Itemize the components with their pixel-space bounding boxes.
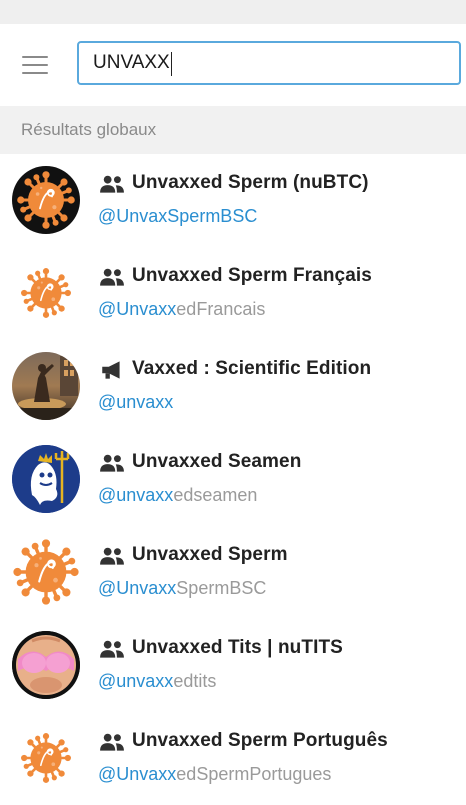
result-row[interactable]: Unvaxxed Tits | nuTITS @unvaxxedtits <box>0 619 466 712</box>
search-header <box>0 24 466 106</box>
search-input[interactable] <box>93 49 443 77</box>
result-handle: @UnvaxxedSpermPortugues <box>98 764 332 784</box>
group-icon <box>100 547 124 565</box>
avatar <box>12 259 80 327</box>
avatar <box>12 631 80 699</box>
result-handle: @UnvaxxedFrancais <box>98 299 266 319</box>
results-list: Unvaxxed Sperm (nuBTC) @UnvaxSpermBSC Un… <box>0 154 466 805</box>
group-icon <box>100 640 124 658</box>
result-row[interactable]: Unvaxxed Sperm (nuBTC) @UnvaxSpermBSC <box>0 154 466 247</box>
result-handle: @UnvaxxSpermBSC <box>98 578 267 598</box>
group-icon <box>100 175 124 193</box>
result-title: Unvaxxed Sperm Français <box>132 265 372 286</box>
result-row[interactable]: Vaxxed : Scientific Edition @unvaxx <box>0 340 466 433</box>
section-label: Résultats globaux <box>21 120 157 139</box>
window-top-strip <box>0 0 466 24</box>
section-header-global-results: Résultats globaux <box>0 106 466 154</box>
result-title: Unvaxxed Sperm <box>132 544 288 565</box>
avatar <box>12 724 80 792</box>
result-row[interactable]: Unvaxxed Seamen @unvaxxedseamen <box>0 433 466 526</box>
result-title: Unvaxxed Sperm (nuBTC) <box>132 172 369 193</box>
hamburger-menu-icon[interactable] <box>20 54 50 76</box>
result-title: Unvaxxed Tits | nuTITS <box>132 637 343 658</box>
avatar <box>12 538 80 606</box>
text-caret <box>171 52 172 76</box>
avatar <box>12 352 80 420</box>
result-handle: @unvaxxedseamen <box>98 485 258 505</box>
result-row[interactable]: Unvaxxed Sperm @UnvaxxSpermBSC <box>0 526 466 619</box>
group-icon <box>100 454 124 472</box>
group-icon <box>100 733 124 751</box>
result-row[interactable]: Unvaxxed Sperm Português @UnvaxxedSpermP… <box>0 712 466 805</box>
search-field[interactable] <box>77 41 461 85</box>
group-icon <box>100 268 124 286</box>
avatar <box>12 166 80 234</box>
result-title: Unvaxxed Sperm Português <box>132 730 388 751</box>
result-row[interactable]: Unvaxxed Sperm Français @UnvaxxedFrancai… <box>0 247 466 340</box>
result-handle: @unvaxxedtits <box>98 671 217 691</box>
result-title: Vaxxed : Scientific Edition <box>132 358 372 379</box>
megaphone-icon <box>102 361 120 379</box>
result-handle: @unvaxx <box>98 392 174 412</box>
avatar <box>12 445 80 513</box>
result-title: Unvaxxed Seamen <box>132 451 302 472</box>
result-handle: @UnvaxSpermBSC <box>98 206 258 226</box>
